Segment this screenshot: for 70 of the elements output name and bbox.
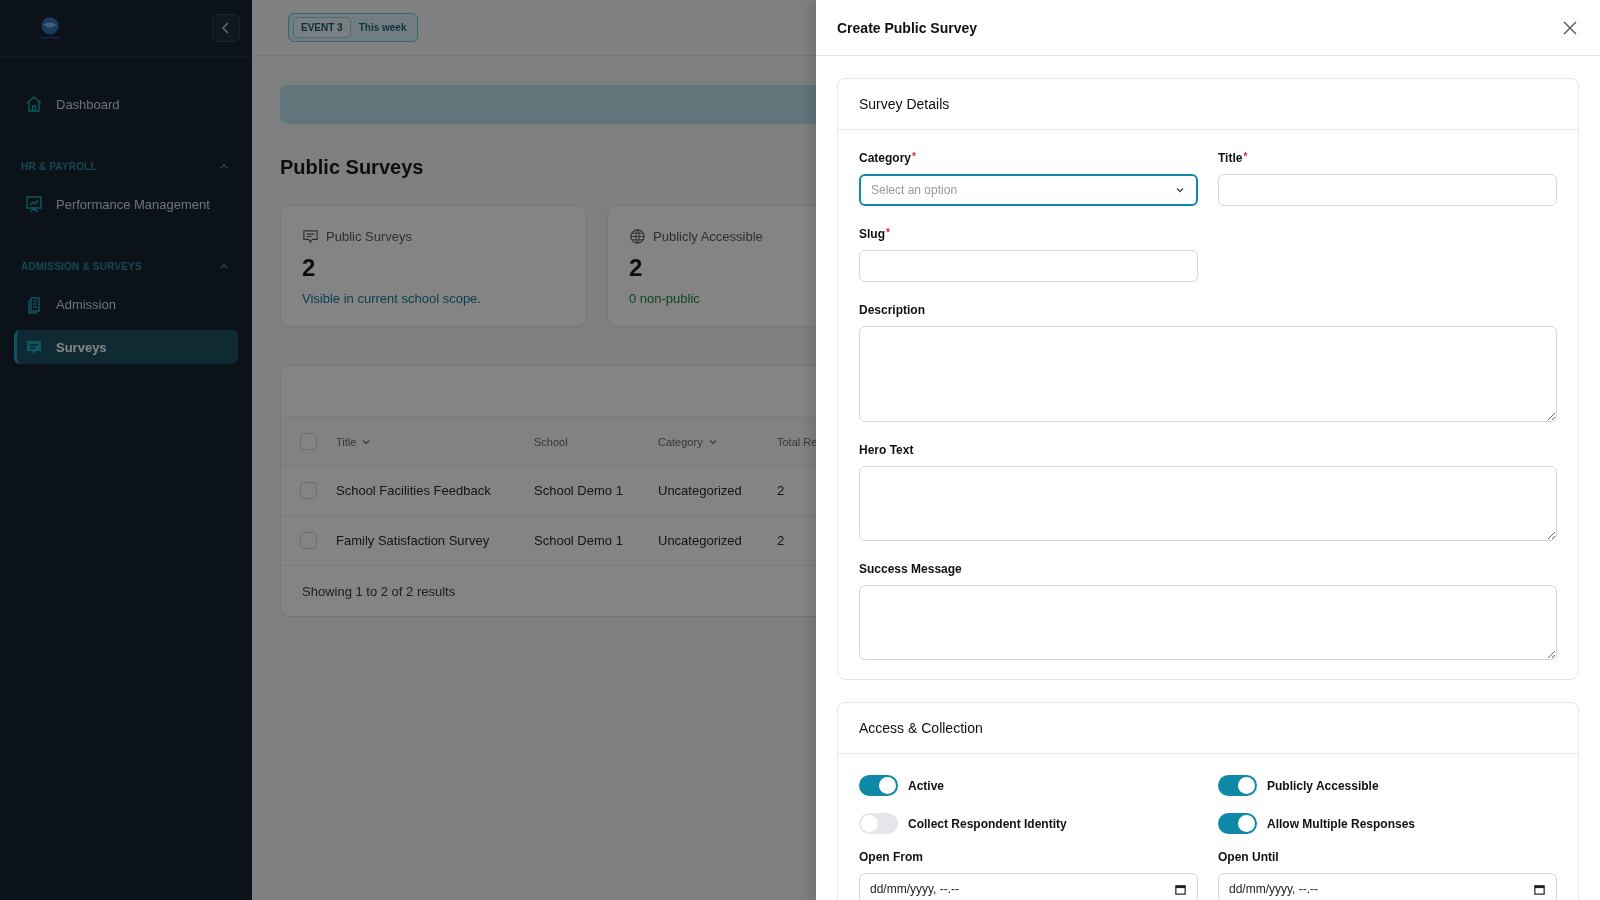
drawer-title: Create Public Survey xyxy=(837,19,978,36)
toggle-label: Collect Respondent Identity xyxy=(908,816,1067,831)
column-header[interactable]: Total Re xyxy=(777,435,816,448)
toggle-label: Publicly Accessible xyxy=(1267,778,1379,793)
stat-label: Public Surveys xyxy=(326,229,412,244)
collapse-sidebar-button[interactable] xyxy=(212,14,240,42)
text-input[interactable] xyxy=(1218,174,1557,206)
calendar-icon xyxy=(1533,882,1546,896)
field-label: Hero Text xyxy=(859,443,914,457)
stat-note: Visible in current school scope. xyxy=(302,291,482,306)
home-icon xyxy=(24,94,44,114)
stat-label: Publicly Accessible xyxy=(653,229,763,244)
text-area[interactable] xyxy=(859,326,1557,422)
field-label: Slug xyxy=(859,227,885,241)
table-cell: School Demo 1 xyxy=(534,533,623,548)
date-time-input[interactable]: dd/mm/yyyy, --.-- xyxy=(859,873,1198,900)
toggle-label: Active xyxy=(908,778,945,793)
text-area[interactable] xyxy=(859,585,1557,660)
text-input[interactable] xyxy=(859,250,1198,282)
row-checkbox[interactable] xyxy=(300,532,317,549)
calendar-icon xyxy=(1174,882,1187,896)
section-heading: ADMISSION & SURVEYS xyxy=(21,260,142,272)
close-icon xyxy=(1562,19,1578,36)
field-label: Open From xyxy=(859,850,923,864)
event-label: EVENT 3 xyxy=(293,17,351,38)
toggle-label: Allow Multiple Responses xyxy=(1267,816,1416,831)
table-cell: Uncategorized xyxy=(658,533,742,548)
table-cell: School Demo 1 xyxy=(534,483,623,498)
toggle-switch[interactable] xyxy=(1218,775,1257,796)
required-mark: * xyxy=(912,151,916,164)
nav-item[interactable]: Surveys xyxy=(14,330,238,364)
date-time-input[interactable]: dd/mm/yyyy, --.-- xyxy=(1218,873,1557,900)
stat-value: 2 xyxy=(302,254,317,282)
stat-value: 2 xyxy=(629,254,644,282)
field-label: Description xyxy=(859,303,925,317)
section-title: Access & Collection xyxy=(859,720,983,736)
text-area[interactable] xyxy=(859,466,1557,541)
nav-item[interactable]: Dashboard xyxy=(14,87,238,121)
table-cell: 2 xyxy=(777,533,785,548)
table-cell: Family Satisfaction Survey xyxy=(336,533,490,548)
presentation-chart-icon xyxy=(24,194,44,214)
field-label: Success Message xyxy=(859,562,962,576)
field-label: Title xyxy=(1218,151,1243,165)
period-label: This week xyxy=(358,22,407,33)
field-label: Category xyxy=(859,151,911,165)
nav-item[interactable]: Performance Management xyxy=(14,187,238,221)
table-cell: Uncategorized xyxy=(658,483,742,498)
section-heading: HR & PAYROLL xyxy=(21,160,97,172)
toggle-switch[interactable] xyxy=(859,813,898,834)
chat-icon xyxy=(302,228,319,245)
nav-item[interactable]: Admission xyxy=(14,287,238,321)
globe-icon xyxy=(629,228,646,245)
field-label: Open Until xyxy=(1218,850,1279,864)
toggle-switch[interactable] xyxy=(1218,813,1257,834)
table-cell: School Facilities Feedback xyxy=(336,483,491,498)
required-mark: * xyxy=(886,227,890,240)
select-all-checkbox[interactable] xyxy=(300,433,317,450)
column-header[interactable]: Title xyxy=(336,435,373,448)
page-title: Public Surveys xyxy=(280,156,425,179)
toggle-switch[interactable] xyxy=(859,775,898,796)
column-header[interactable]: Category xyxy=(658,435,719,448)
section-title: Survey Details xyxy=(859,96,950,112)
event-badge[interactable]: EVENT 3 This week xyxy=(288,13,418,42)
column-header[interactable]: School xyxy=(534,435,568,448)
pagination-summary: Showing 1 to 2 of 2 results xyxy=(302,583,456,599)
stat-note: 0 non-public xyxy=(629,291,701,306)
category-select[interactable]: Select an option xyxy=(859,174,1198,206)
table-cell: 2 xyxy=(777,483,785,498)
required-mark: * xyxy=(1243,151,1248,164)
row-checkbox[interactable] xyxy=(300,482,317,499)
